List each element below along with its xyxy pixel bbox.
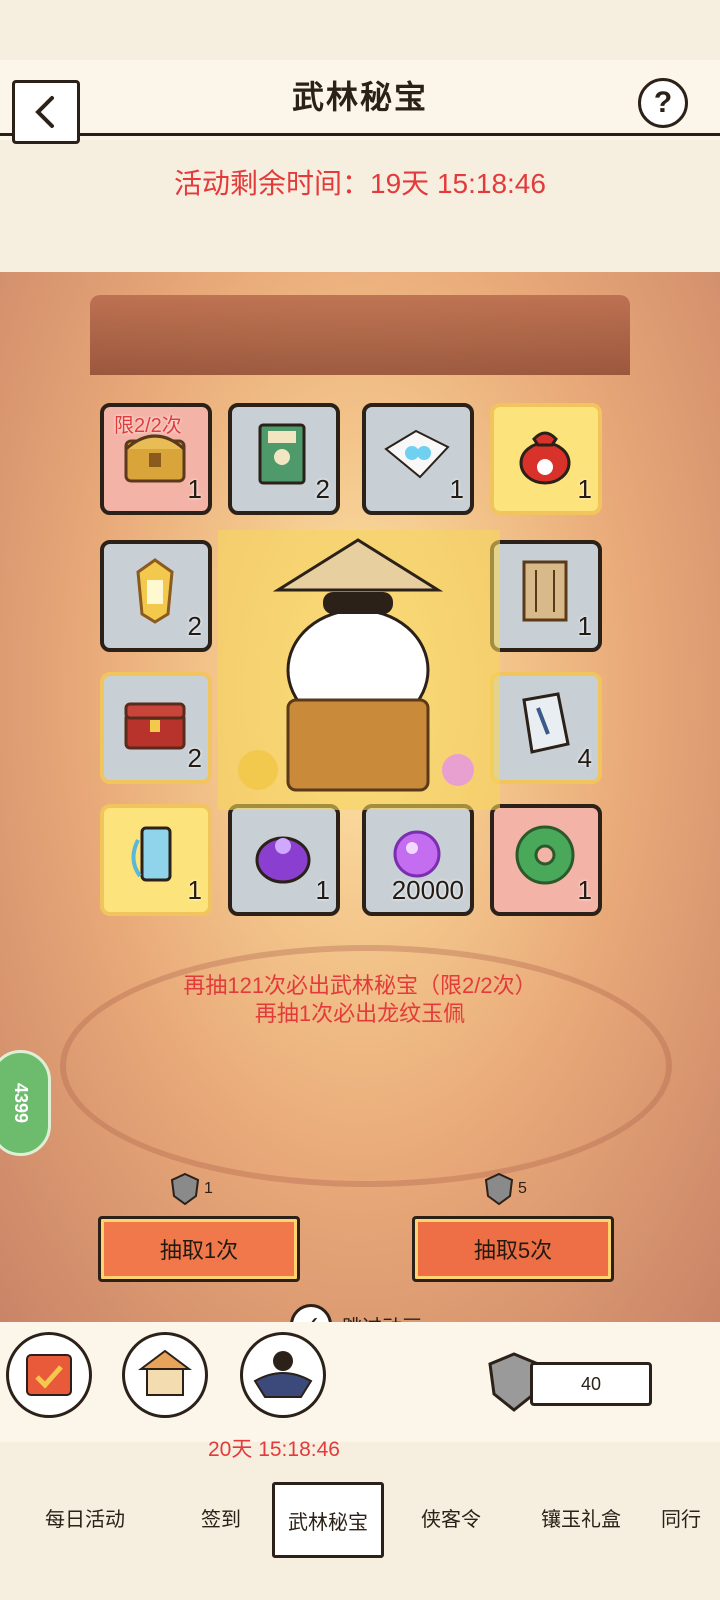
reward-count: 1	[187, 474, 202, 504]
reward-slot-dragon-jade[interactable]: 1	[490, 804, 602, 916]
red-chest-icon	[124, 702, 186, 750]
reward-count: 20000	[391, 875, 464, 905]
draw-five-label: 抽取5次	[473, 1238, 553, 1263]
tab-daily-activity[interactable]: 每日活动	[0, 1482, 170, 1552]
tab-companion[interactable]: 同行	[644, 1482, 718, 1552]
reward-slot-red-chest[interactable]: 2	[100, 672, 212, 784]
draw-one-button[interactable]: 抽取1次	[98, 1216, 300, 1282]
reward-slot-pearl-envelope[interactable]: 1	[362, 403, 474, 515]
tab-label: 武林秘宝	[288, 1511, 368, 1534]
draw-one-cost-value: 1	[204, 1180, 213, 1197]
hero-face-icon	[253, 1351, 313, 1398]
temple-roof-decoration	[90, 295, 630, 375]
reward-slot-treasure-chest[interactable]: 限2/2次 1	[100, 403, 212, 515]
reward-slot-gold-token[interactable]: 2	[100, 540, 212, 652]
side-badge-label: 4399	[11, 1082, 31, 1124]
calendar-icon[interactable]	[6, 1332, 92, 1418]
draw-five-cost-value: 5	[518, 1180, 527, 1197]
help-button[interactable]: ?	[638, 78, 688, 128]
tab-label: 每日活动	[45, 1508, 125, 1531]
panda-treasure-illustration	[218, 530, 500, 810]
draw-five-button[interactable]: 抽取5次	[412, 1216, 614, 1282]
header-divider	[0, 133, 720, 136]
tab-jade-gift-box[interactable]: 镶玉礼盒	[518, 1482, 644, 1552]
scroll-paper-icon	[522, 692, 570, 754]
talisman-icon	[131, 826, 172, 882]
reward-slot-poison-bag[interactable]: 1	[228, 804, 340, 916]
reward-count: 2	[187, 743, 202, 773]
hero-portrait-icon[interactable]	[240, 1332, 326, 1418]
poison-bag-icon	[255, 836, 311, 884]
reward-count: 2	[187, 611, 202, 641]
tab-bar: 每日活动 签到 武林秘宝 侠客令 镶玉礼盒 同行	[0, 1462, 720, 1600]
currency-value: 40	[580, 1373, 602, 1394]
wu-token-icon	[170, 1172, 200, 1206]
tab-label: 同行	[661, 1508, 701, 1531]
hire-ticket-icon	[522, 560, 568, 622]
draw-one-cost: 1	[170, 1172, 213, 1206]
reward-slot-money-bag[interactable]: 1	[490, 403, 602, 515]
reward-count: 1	[577, 474, 592, 504]
dragon-jade-icon	[515, 825, 575, 885]
reward-count: 1	[577, 875, 592, 905]
calendar-glyph-icon	[26, 1354, 72, 1396]
tab-xiake-order[interactable]: 侠客令	[384, 1482, 518, 1552]
book-icon	[258, 423, 306, 485]
bottom-countdown: 20天 15:18:46	[208, 1438, 340, 1461]
side-badge[interactable]: 4399	[0, 1050, 51, 1156]
tab-label: 侠客令	[421, 1508, 481, 1531]
currency-balance: 40	[530, 1362, 652, 1406]
reward-slot-talisman[interactable]: 1	[100, 804, 212, 916]
draw-one-label: 抽取1次	[159, 1238, 239, 1263]
tab-label: 镶玉礼盒	[541, 1508, 621, 1531]
tab-wulin-treasure[interactable]: 武林秘宝	[272, 1482, 384, 1558]
gold-token-icon	[136, 558, 174, 624]
reward-slot-scroll-paper[interactable]: 4	[490, 672, 602, 784]
shop-glyph-icon	[138, 1349, 192, 1396]
limit-label: 限2/2次	[114, 415, 182, 437]
reward-count: 1	[449, 474, 464, 504]
wu-token-icon	[484, 1172, 514, 1206]
draw-five-cost: 5	[484, 1172, 527, 1206]
reward-count: 4	[577, 743, 592, 773]
question-icon: ?	[653, 86, 673, 119]
event-countdown: 活动剩余时间：19天 15:18:46	[174, 168, 546, 199]
tab-checkin[interactable]: 签到	[170, 1482, 272, 1552]
reward-count: 1	[187, 875, 202, 905]
page-title: 武林秘宝	[291, 79, 428, 115]
reward-count: 1	[315, 875, 330, 905]
reward-count: 2	[315, 474, 330, 504]
pearl-envelope-icon	[384, 429, 450, 479]
shop-icon[interactable]	[122, 1332, 208, 1418]
reward-slot-book[interactable]: 2	[228, 403, 340, 515]
pity-hint-jade: 再抽1次必出龙纹玉佩	[254, 1001, 466, 1026]
reward-slot-potential-orb[interactable]: 20000	[362, 804, 474, 916]
reward-count: 1	[577, 611, 592, 641]
tab-label: 签到	[201, 1508, 241, 1531]
reward-slot-hire-ticket[interactable]: 1	[490, 540, 602, 652]
money-bag-icon	[519, 431, 571, 485]
